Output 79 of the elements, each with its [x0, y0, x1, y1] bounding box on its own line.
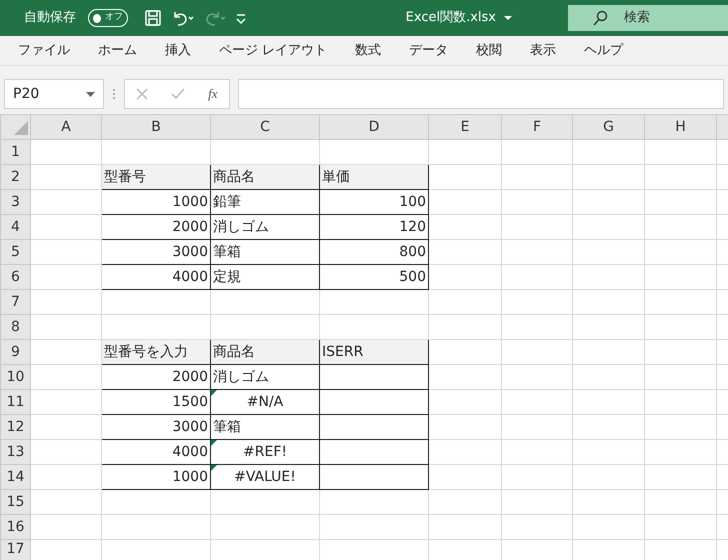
insert-function-button[interactable]: fx [208, 84, 218, 104]
column-header[interactable]: A [30, 114, 102, 140]
table-cell: 鉛筆 [210, 190, 320, 214]
table-cell: 商品名 [210, 164, 320, 190]
name-box[interactable]: P20 [4, 79, 104, 109]
column-header[interactable]: E [428, 114, 502, 140]
table-cell: 定規 [210, 264, 320, 290]
ribbon-tab[interactable]: ファイル [4, 36, 84, 65]
row-header[interactable]: 3 [0, 190, 30, 214]
ribbon-tab[interactable]: データ [395, 36, 462, 65]
ribbon-tab[interactable]: 校閲 [462, 36, 516, 65]
table-cell: 2000 [102, 214, 210, 240]
row-header[interactable]: 13 [0, 440, 30, 464]
row-header[interactable]: 15 [0, 490, 30, 514]
row-header[interactable]: 7 [0, 290, 30, 314]
caret-icon[interactable] [504, 15, 512, 21]
row-header[interactable]: 1 [0, 140, 30, 164]
table-cell: 商品名 [210, 340, 320, 364]
enter-icon[interactable] [171, 88, 186, 100]
table-cell: 2000 [102, 364, 210, 390]
table-cell: 消しゴム [210, 364, 320, 390]
row-header[interactable]: 6 [0, 264, 30, 290]
table-cell: 1000 [102, 190, 210, 214]
error-indicator-icon [212, 466, 217, 471]
table-cell: 筆箱 [210, 240, 320, 264]
table-cell: #REF! [210, 440, 320, 464]
table-cell: 100 [320, 190, 428, 214]
error-indicator-icon [212, 440, 217, 446]
table-cell: 単価 [320, 164, 428, 190]
ribbon-tab[interactable]: 表示 [516, 36, 570, 65]
ribbon-tab[interactable]: ヘルプ [570, 36, 638, 65]
row-header[interactable]: 9 [0, 340, 30, 364]
row-header[interactable]: 10 [0, 364, 30, 390]
save-icon[interactable] [144, 9, 162, 27]
autosave-toggle[interactable]: オフ [88, 9, 128, 27]
row-header[interactable]: 16 [0, 514, 30, 540]
table-cell: 120 [320, 214, 428, 240]
error-indicator-icon [212, 390, 217, 396]
ribbon-tab[interactable]: 挿入 [151, 36, 205, 65]
cancel-icon[interactable] [136, 88, 148, 100]
table-cell: 筆箱 [210, 414, 320, 440]
table-cell: 3000 [102, 240, 210, 264]
column-header[interactable]: C [210, 114, 320, 140]
row-header[interactable]: 5 [0, 240, 30, 264]
file-name: Excel関数.xlsx [406, 9, 496, 28]
formula-input[interactable] [238, 79, 724, 109]
row-header[interactable]: 8 [0, 314, 30, 340]
search-icon [592, 10, 608, 26]
table-cell: 500 [320, 264, 428, 290]
table-cell: 4000 [102, 440, 210, 464]
table-cell: ISERR [320, 340, 428, 364]
table-cell: 800 [320, 240, 428, 264]
table-cell: 型番号 [102, 164, 210, 190]
table-cell: 4000 [102, 264, 210, 290]
column-header[interactable]: F [502, 114, 572, 140]
row-header[interactable]: 2 [0, 164, 30, 190]
table-cell: 消しゴム [210, 214, 320, 240]
autosave-label: 自動保存 [24, 9, 76, 28]
column-header[interactable]: D [320, 114, 428, 140]
select-all-icon[interactable] [14, 121, 28, 136]
table-cell: 3000 [102, 414, 210, 440]
table-cell: #N/A [210, 390, 320, 414]
column-header[interactable]: H [644, 114, 716, 140]
ribbon-tab[interactable]: ホーム [84, 36, 151, 65]
row-header[interactable]: 11 [0, 390, 30, 414]
row-header[interactable]: 17 [0, 540, 30, 560]
column-header[interactable]: G [572, 114, 644, 140]
ribbon-tab[interactable]: ページ レイアウト [205, 36, 342, 65]
more-icon[interactable] [112, 88, 116, 100]
table-cell: #VALUE! [210, 464, 320, 490]
column-header[interactable]: B [102, 114, 210, 140]
table-cell: 型番号を入力 [102, 340, 210, 364]
ribbon-tab[interactable]: 数式 [341, 36, 396, 65]
table-cell: 1500 [102, 390, 210, 414]
row-header[interactable]: 4 [0, 214, 30, 240]
row-header[interactable]: 14 [0, 464, 30, 490]
table-cell: 1000 [102, 464, 210, 490]
row-header[interactable]: 12 [0, 414, 30, 440]
search-field[interactable]: 検索 [568, 5, 728, 31]
